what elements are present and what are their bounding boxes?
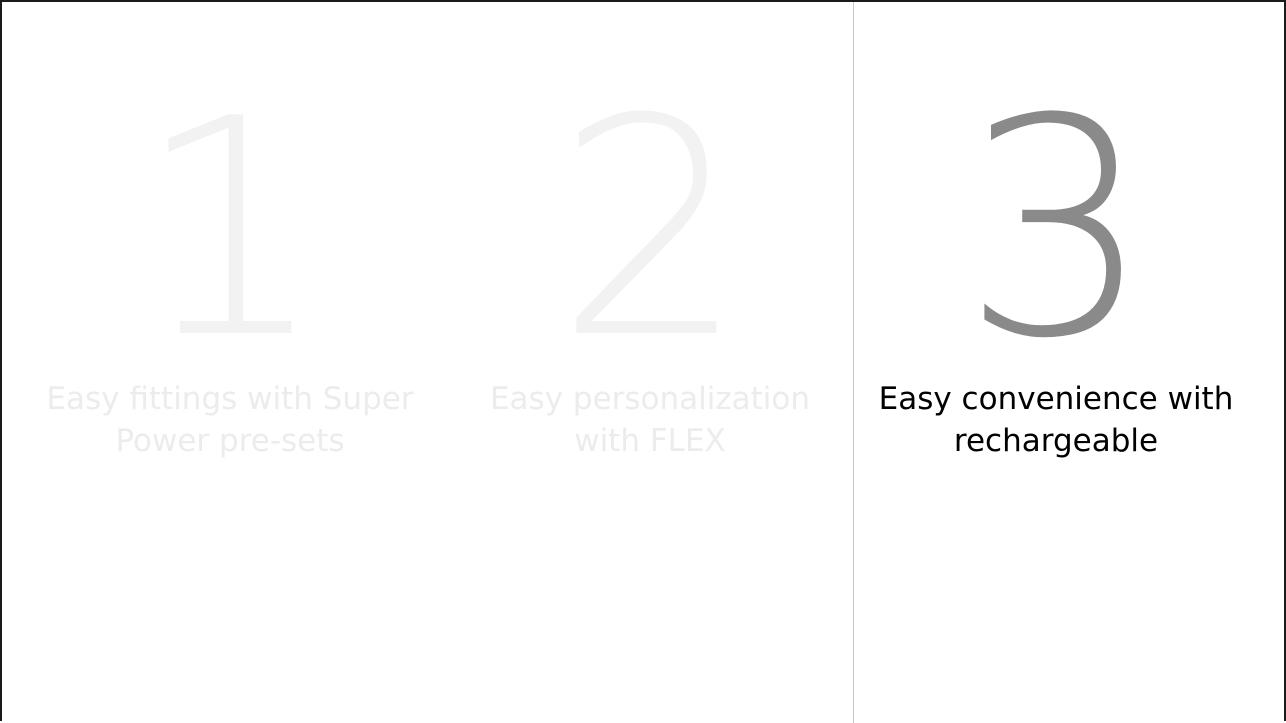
step-caption-line-2: rechargeable [953, 423, 1159, 459]
slide: 1 Easy fittings with Super Power pre-set… [0, 0, 1286, 723]
step-number: 3 [961, 55, 1153, 404]
column-divider [853, 2, 854, 723]
step-caption: Easy personalization with FLEX [450, 378, 850, 462]
step-caption-line-1: Easy fittings with Super [46, 381, 414, 417]
step-2: 2 Easy personalization with FLEX [450, 2, 850, 723]
step-caption: Easy fittings with Super Power pre-sets [30, 378, 430, 462]
step-3: 3 Easy convenience with rechargeable [856, 2, 1256, 723]
step-caption-line-2: with FLEX [574, 423, 726, 459]
step-caption-line-2: Power pre-sets [115, 423, 345, 459]
step-caption: Easy convenience with rechargeable [856, 378, 1256, 462]
step-number: 2 [555, 55, 747, 404]
step-caption-line-1: Easy personalization [489, 381, 811, 417]
step-caption-line-1: Easy convenience with [878, 381, 1234, 417]
step-1: 1 Easy fittings with Super Power pre-set… [30, 2, 430, 723]
step-number: 1 [135, 55, 327, 404]
